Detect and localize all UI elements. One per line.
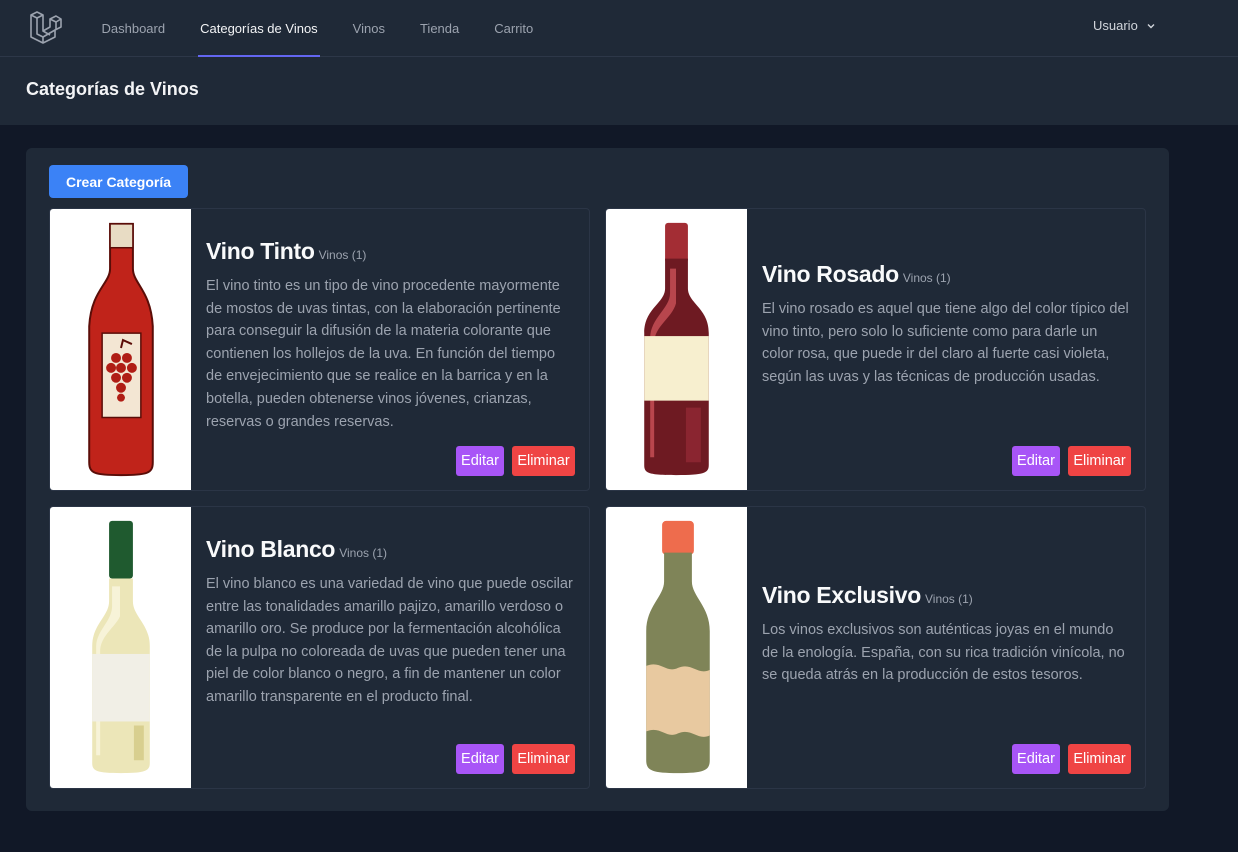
edit-button[interactable]: Editar: [1012, 446, 1060, 476]
top-navbar: Dashboard Categorías de Vinos Vinos Tien…: [0, 0, 1238, 57]
category-count: Vinos (1): [318, 248, 367, 262]
category-title: Vino Rosado: [762, 261, 899, 287]
red-wine-bottle-icon: [88, 222, 154, 477]
category-card: Vino Blanco Vinos (1) El vino blanco es u…: [49, 506, 590, 789]
rose-wine-bottle-image: [606, 209, 747, 490]
chevron-down-icon: [1147, 23, 1155, 28]
page-header: Categorías de Vinos: [0, 57, 1238, 125]
delete-button[interactable]: Eliminar: [1068, 446, 1131, 476]
nav-link-dashboard[interactable]: Dashboard: [84, 0, 183, 57]
category-card: Vino Exclusivo Vinos (1) Los vinos exclus…: [605, 506, 1146, 789]
rose-wine-bottle-icon: [644, 222, 709, 476]
delete-button[interactable]: Eliminar: [512, 446, 575, 476]
category-description: Los vinos exclusivos son auténticas joya…: [762, 622, 1125, 684]
create-category-button[interactable]: Crear Categoría: [49, 165, 188, 198]
category-card: Vino Rosado Vinos (1) El vino rosado es a…: [605, 208, 1146, 491]
category-description: El vino rosado es aquel que tiene algo d…: [762, 301, 1129, 385]
category-description: El vino blanco es una variedad de vino q…: [206, 576, 573, 705]
categories-panel: Crear Categoría Vino TintoVinos (1) El: [26, 148, 1169, 811]
user-menu[interactable]: Usuario: [1093, 18, 1156, 33]
delete-button[interactable]: Eliminar: [1068, 744, 1131, 774]
nav-link-carrito[interactable]: Carrito: [477, 0, 551, 57]
exclusive-wine-bottle-icon: [646, 520, 710, 774]
laravel-logo-icon[interactable]: [28, 10, 62, 44]
category-count: Vinos (1): [925, 592, 973, 606]
category-title: Vino Tinto: [206, 238, 315, 264]
page-title: Categorías de Vinos: [26, 79, 199, 99]
delete-button[interactable]: Eliminar: [512, 744, 575, 774]
category-count: Vinos (1): [339, 546, 387, 560]
nav-link-categorias[interactable]: Categorías de Vinos: [183, 0, 336, 57]
category-title: Vino Exclusivo: [762, 582, 921, 608]
white-wine-bottle-image: [50, 507, 191, 788]
red-wine-bottle-image: [50, 209, 191, 490]
category-description: El vino tinto es un tipo de vino procede…: [206, 278, 561, 430]
nav-link-tienda[interactable]: Tienda: [402, 0, 476, 57]
nav-links: Dashboard Categorías de Vinos Vinos Tien…: [84, 0, 551, 57]
edit-button[interactable]: Editar: [456, 446, 504, 476]
nav-link-vinos[interactable]: Vinos: [335, 0, 402, 57]
exclusive-wine-bottle-image: [606, 507, 747, 788]
category-count: Vinos (1): [902, 271, 951, 285]
category-card: Vino Tinto Vinos (1) El vino tinto es un …: [49, 208, 590, 491]
user-name: Usuario: [1093, 18, 1138, 33]
edit-button[interactable]: Editar: [456, 744, 504, 774]
white-wine-bottle-icon: [92, 520, 150, 774]
edit-button[interactable]: Editar: [1012, 744, 1060, 774]
category-title: Vino Blanco: [206, 536, 336, 562]
